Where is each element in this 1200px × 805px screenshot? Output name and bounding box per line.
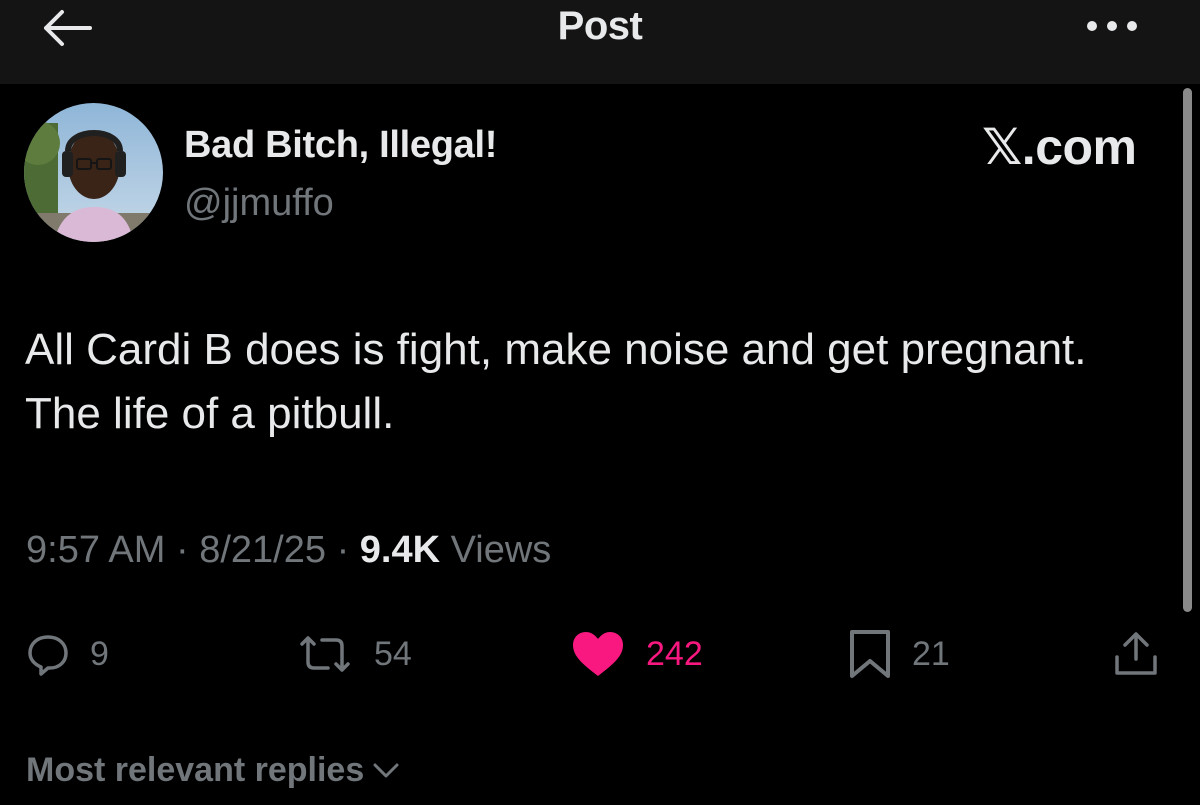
bookmark-button[interactable]: 21 [848,626,950,682]
meta-separator: · [175,529,189,571]
like-count: 242 [646,634,703,673]
repost-icon [300,636,350,672]
post-meta: 9:57 AM · 8/21/25 · 9.4K Views [26,529,551,572]
top-bar: Post [0,0,1200,84]
bookmark-count: 21 [912,634,950,673]
author-display-name[interactable]: Bad Bitch, Illegal! [184,124,497,167]
x-watermark-domain: .com [1021,119,1137,175]
avatar[interactable] [24,103,163,242]
more-dots-icon[interactable] [1080,14,1144,38]
author-handle[interactable]: @jjmuffo [184,182,334,225]
reply-button[interactable]: 9 [26,626,109,682]
replies-sort-dropdown[interactable]: Most relevant replies [26,751,400,790]
post-time: 9:57 AM [26,529,166,571]
chevron-down-icon [373,763,399,777]
scrollbar[interactable] [1183,88,1192,612]
post-text: All Cardi B does is fight, make noise an… [25,325,1087,438]
like-button[interactable]: 242 [570,626,703,682]
bookmark-icon [850,630,890,678]
reply-icon [28,635,68,676]
page-title: Post [557,4,643,48]
post-date: 8/21/25 [199,529,326,571]
avatar-photo [24,103,163,242]
repost-count: 54 [374,634,412,673]
replies-sort-label: Most relevant replies [26,751,365,789]
repost-button[interactable]: 54 [296,626,412,682]
views-count: 9.4K [359,529,441,571]
x-watermark: 𝕏.com [982,118,1137,176]
reply-count: 9 [90,634,109,673]
meta-separator: · [336,529,350,571]
share-button[interactable] [1112,626,1160,682]
share-icon [1115,632,1157,675]
x-logo-char: 𝕏 [982,118,1022,176]
views-label: Views [450,529,552,571]
heart-icon [573,632,623,676]
